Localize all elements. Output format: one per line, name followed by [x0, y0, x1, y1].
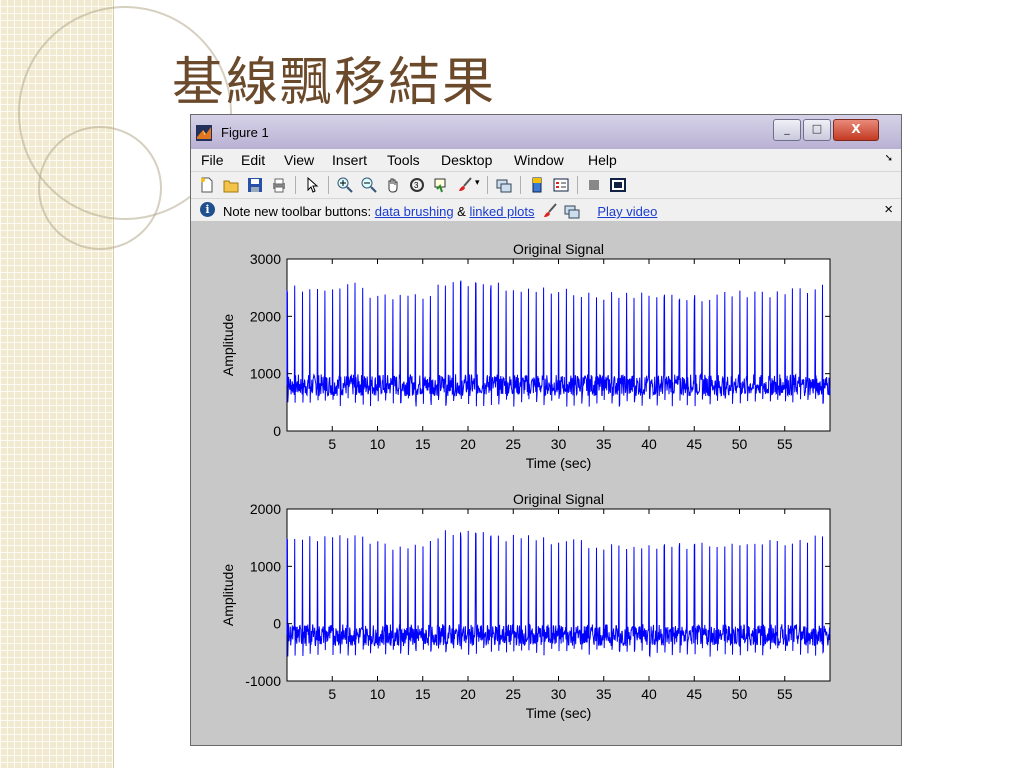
x-tick-label: 20	[460, 436, 476, 452]
matlab-logo-icon	[196, 125, 212, 141]
menu-help[interactable]: Help	[588, 152, 617, 168]
hide-plot-tools-icon[interactable]	[586, 177, 602, 193]
x-tick-label: 10	[370, 436, 386, 452]
x-tick-label: 40	[641, 436, 657, 452]
rotate-3d-icon[interactable]: 3	[409, 177, 425, 193]
menu-file[interactable]: File	[201, 152, 224, 168]
y-axis-label: Amplitude	[220, 314, 236, 376]
toolbar-separator	[295, 176, 296, 194]
x-tick-label: 5	[328, 436, 336, 452]
x-tick-label: 15	[415, 686, 431, 702]
x-tick-label: 25	[505, 436, 521, 452]
info-prefix: Note new toolbar buttons:	[223, 204, 375, 219]
linked-plots-link[interactable]: linked plots	[469, 204, 534, 219]
x-tick-label: 55	[777, 436, 793, 452]
y-tick-label: 0	[273, 423, 281, 439]
y-tick-label: 0	[273, 616, 281, 632]
svg-text:3: 3	[414, 181, 419, 190]
figure-toolbar: 3 ▾	[191, 172, 901, 199]
menu-tools[interactable]: Tools	[387, 152, 420, 168]
decorative-ring	[38, 126, 162, 250]
pointer-icon[interactable]	[304, 177, 320, 193]
x-tick-label: 30	[551, 436, 567, 452]
pan-icon[interactable]	[385, 177, 401, 193]
minimize-icon: _	[784, 122, 790, 135]
x-tick-label: 50	[732, 436, 748, 452]
y-axis-label: Amplitude	[220, 564, 236, 626]
link-plot-icon	[564, 205, 580, 219]
save-icon[interactable]	[247, 177, 263, 193]
plot-title: Original Signal	[513, 491, 604, 507]
data-brushing-link[interactable]: data brushing	[375, 204, 454, 219]
data-cursor-icon[interactable]	[433, 177, 449, 193]
zoom-in-icon[interactable]	[337, 177, 353, 193]
y-tick-label: 1000	[250, 366, 281, 382]
x-tick-label: 20	[460, 686, 476, 702]
x-tick-label: 35	[596, 686, 612, 702]
toolbar-separator	[328, 176, 329, 194]
x-tick-label: 50	[732, 686, 748, 702]
print-icon[interactable]	[271, 177, 287, 193]
close-button[interactable]: X	[833, 119, 879, 141]
x-tick-label: 35	[596, 436, 612, 452]
open-file-icon[interactable]	[223, 177, 239, 193]
plot-title: Original Signal	[513, 243, 604, 257]
x-tick-label: 45	[686, 436, 702, 452]
legend-icon[interactable]	[553, 177, 569, 193]
new-figure-icon[interactable]	[199, 177, 215, 193]
x-tick-label: 15	[415, 436, 431, 452]
figure-window: Figure 1 _ □ X File Edit View Insert Too…	[190, 114, 902, 746]
y-tick-label: 1000	[250, 558, 281, 574]
menu-bar: File Edit View Insert Tools Desktop Wind…	[191, 149, 901, 172]
link-plot-icon[interactable]	[496, 177, 512, 193]
info-icon: i	[200, 202, 215, 217]
play-video-link[interactable]: Play video	[597, 204, 657, 219]
maximize-icon: □	[811, 122, 823, 135]
window-titlebar[interactable]: Figure 1 _ □ X	[191, 115, 901, 149]
brush-icon[interactable]	[457, 177, 473, 193]
menu-desktop[interactable]: Desktop	[441, 152, 492, 168]
info-close-button[interactable]: ×	[884, 201, 893, 218]
info-bar: i Note new toolbar buttons: data brushin…	[191, 199, 901, 221]
close-icon: X	[851, 122, 861, 136]
info-text: Note new toolbar buttons: data brushing …	[223, 203, 657, 219]
slide-title: 基線飄移結果	[172, 53, 497, 113]
info-amp: &	[453, 204, 470, 219]
brush-dropdown-icon[interactable]: ▾	[475, 178, 480, 188]
colorbar-icon[interactable]	[529, 177, 545, 193]
toolbar-separator	[520, 176, 521, 194]
x-tick-label: 45	[686, 686, 702, 702]
toolbar-separator	[487, 176, 488, 194]
toolbar-separator	[577, 176, 578, 194]
dock-arrow-icon[interactable]: ➘	[885, 153, 893, 164]
y-tick-label: 3000	[250, 251, 281, 267]
x-axis-label: Time (sec)	[526, 455, 592, 471]
window-title: Figure 1	[221, 125, 269, 140]
brush-icon	[544, 203, 557, 217]
x-axis-label: Time (sec)	[526, 705, 592, 721]
y-tick-label: -1000	[245, 673, 281, 689]
menu-insert[interactable]: Insert	[332, 152, 367, 168]
x-tick-label: 10	[370, 686, 386, 702]
show-plot-tools-icon[interactable]	[610, 177, 626, 193]
y-tick-label: 2000	[250, 308, 281, 324]
menu-edit[interactable]: Edit	[241, 152, 265, 168]
maximize-button[interactable]: □	[803, 119, 831, 141]
zoom-out-icon[interactable]	[361, 177, 377, 193]
x-tick-label: 30	[551, 686, 567, 702]
y-tick-label: 2000	[250, 501, 281, 517]
x-tick-label: 5	[328, 686, 336, 702]
x-tick-label: 25	[505, 686, 521, 702]
x-tick-label: 40	[641, 686, 657, 702]
menu-view[interactable]: View	[284, 152, 314, 168]
menu-window[interactable]: Window	[514, 152, 564, 168]
x-tick-label: 55	[777, 686, 793, 702]
plot-canvas: 5 10 15 20 25 30 35 40 45 50 550100020003000Origin…	[220, 243, 831, 721]
minimize-button[interactable]: _	[773, 119, 801, 141]
